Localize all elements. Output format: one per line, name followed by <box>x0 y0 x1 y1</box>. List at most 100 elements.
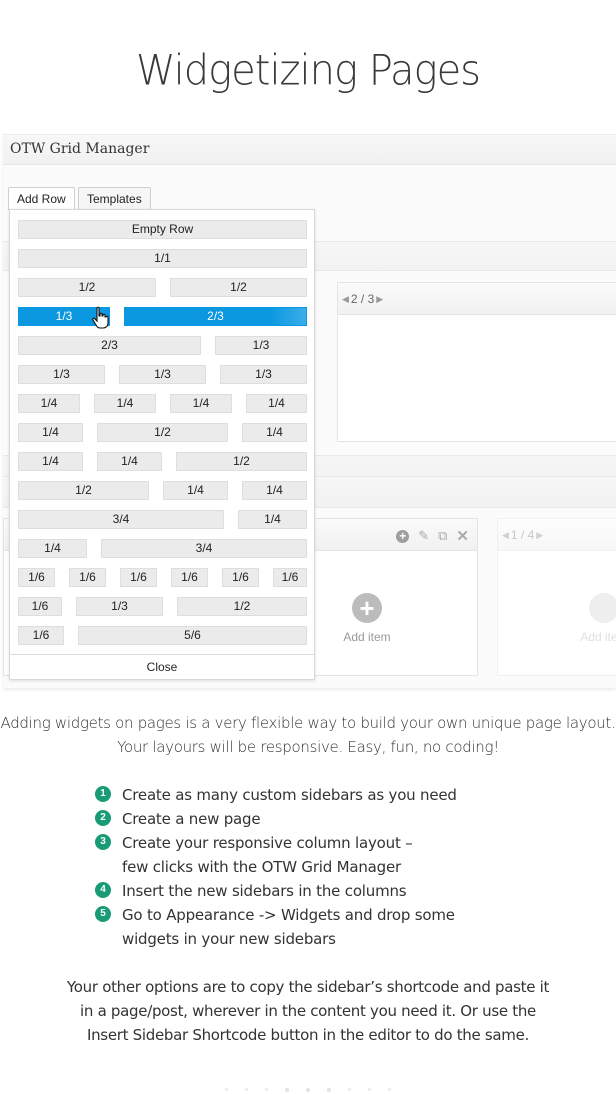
step-item: 2 Create a new page <box>95 807 515 831</box>
layout-option-empty[interactable]: Empty Row <box>18 220 307 239</box>
layout-option-row[interactable]: 1/4 1/4 1/4 1/4 <box>18 394 307 413</box>
plus-circle-icon: + <box>352 593 382 623</box>
add-item-label: Add item <box>343 630 391 644</box>
layout-option-row[interactable]: 1/4 3/4 <box>18 539 307 558</box>
layout-column-cell[interactable]: 1/3 <box>119 365 206 384</box>
layout-column-cell[interactable]: 1/4 <box>94 394 156 413</box>
next-arrow-icon[interactable]: ▶ <box>536 530 543 541</box>
step-text: Create as many custom sidebars as you ne… <box>122 786 457 804</box>
layout-column-cell[interactable]: 1/4 <box>170 394 232 413</box>
carousel-dot[interactable] <box>265 1088 268 1091</box>
layout-column-cell[interactable]: 1/3 <box>18 365 105 384</box>
step-item: 5 Go to Appearance -> Widgets and drop s… <box>95 903 515 951</box>
layout-option-row[interactable]: 1/6 1/3 1/2 <box>18 597 307 616</box>
edit-icon[interactable]: ✎ <box>418 528 429 544</box>
layout-column-cell[interactable]: 3/4 <box>101 539 307 558</box>
layout-column-cell[interactable]: 1/3 <box>215 336 307 355</box>
layout-column-cell[interactable]: 1/2 <box>177 597 307 616</box>
layout-option-row[interactable]: 3/4 1/4 <box>18 510 307 529</box>
layout-column-cell[interactable]: 1/4 <box>18 423 83 442</box>
layout-option-row[interactable]: 1/4 1/4 1/2 <box>18 452 307 471</box>
tab-add-row[interactable]: Add Row <box>8 187 75 210</box>
layout-column-cell[interactable]: 1/6 <box>222 568 259 587</box>
layout-column-cell[interactable]: 2/3 <box>124 307 307 326</box>
layout-column-cell[interactable]: 1/2 <box>176 452 307 471</box>
layout-column-cell[interactable]: 1/2 <box>18 481 149 500</box>
layout-column-cell[interactable]: 1/4 <box>18 394 80 413</box>
plus-circle-icon <box>589 593 616 623</box>
carousel-dot[interactable] <box>285 1088 289 1092</box>
pager-text: 2 / 3 <box>350 292 375 306</box>
layout-column-cell[interactable]: 1/4 <box>242 423 307 442</box>
column-pager[interactable]: ◀ 2 / 3 ▶ <box>342 292 383 306</box>
layout-option-row[interactable]: 1/2 1/4 1/4 <box>18 481 307 500</box>
step-number-badge: 4 <box>95 882 111 898</box>
carousel-dot[interactable] <box>245 1088 248 1091</box>
layout-column-cell[interactable]: 1/2 <box>170 278 307 297</box>
add-item-button[interactable]: + Add item <box>317 593 417 644</box>
prev-arrow-icon[interactable]: ◀ <box>502 530 509 541</box>
grid-manager-screenshot: OTW Grid Manager ◀ 2 / 3 ▶ + ✎ ⧉ ✕ + Add… <box>3 134 616 688</box>
layout-column-cell[interactable]: 1/6 <box>69 568 106 587</box>
layout-option-row[interactable]: 1/3 2/3 <box>18 307 307 326</box>
add-row-dropdown: Empty Row 1/1 1/2 1/2 1/3 2/3 2/3 1/3 1/3 1/3 1/3… <box>9 209 315 680</box>
next-arrow-icon[interactable]: ▶ <box>376 294 383 305</box>
add-icon[interactable]: + <box>396 529 410 543</box>
layout-option-row[interactable]: 1/6 5/6 <box>18 626 307 645</box>
panel-title: OTW Grid Manager <box>10 141 150 157</box>
layout-option-row[interactable]: 1/3 1/3 1/3 <box>18 365 307 384</box>
carousel-dot[interactable] <box>327 1088 331 1092</box>
layout-column-cell[interactable]: 1/4 <box>238 510 307 529</box>
layout-option-row[interactable]: 1/1 <box>18 249 307 268</box>
carousel-dot[interactable] <box>225 1088 228 1091</box>
layout-column-cell[interactable]: 1/3 <box>220 365 307 384</box>
layout-column-cell[interactable]: 1/4 <box>246 394 307 413</box>
layout-column-cell[interactable]: 1/4 <box>18 452 83 471</box>
layout-column-cell[interactable]: 1/3 <box>76 597 163 616</box>
layout-column-cell[interactable]: 1/6 <box>120 568 157 587</box>
carousel-dot[interactable] <box>348 1088 351 1091</box>
layout-column-cell[interactable]: 1/1 <box>18 249 307 268</box>
layout-column-cell[interactable]: 1/6 <box>18 626 64 645</box>
step-item: 3 Create your responsive column layout –… <box>95 831 515 879</box>
outro-line: in a page/post, wherever in the content … <box>80 1002 536 1020</box>
column-box: ◀ 1 / 4 ▶ Add item <box>497 518 616 676</box>
layout-column-cell[interactable]: 1/2 <box>97 423 228 442</box>
pager-text: 1 / 4 <box>510 528 535 542</box>
layout-column-cell[interactable]: 5/6 <box>78 626 307 645</box>
step-number-badge: 3 <box>95 834 111 850</box>
column-pager[interactable]: ◀ 1 / 4 ▶ <box>502 528 543 542</box>
layout-column-cell[interactable]: 2/3 <box>18 336 201 355</box>
column-tools: + ✎ ⧉ ✕ <box>396 527 469 545</box>
layout-column-cell[interactable]: 1/4 <box>163 481 228 500</box>
step-text-line: Go to Appearance -> Widgets and drop som… <box>122 906 455 924</box>
close-button[interactable]: Close <box>10 654 314 679</box>
layout-column-cell[interactable]: 1/4 <box>18 539 87 558</box>
intro-paragraph: Adding widgets on pages is a very flexib… <box>0 711 616 759</box>
add-item-button[interactable]: Add item <box>554 593 616 644</box>
duplicate-icon[interactable]: ⧉ <box>438 528 447 544</box>
delete-icon[interactable]: ✕ <box>456 527 469 545</box>
layout-column-cell[interactable]: 1/6 <box>18 597 62 616</box>
carousel-dot[interactable] <box>388 1088 391 1091</box>
prev-arrow-icon[interactable]: ◀ <box>342 294 349 305</box>
layout-column-cell[interactable]: 1/6 <box>18 568 55 587</box>
layout-option-row[interactable]: 2/3 1/3 <box>18 336 307 355</box>
step-text: Create your responsive column layout – f… <box>122 831 413 879</box>
layout-column-cell[interactable]: 3/4 <box>18 510 224 529</box>
carousel-dot[interactable] <box>306 1088 310 1092</box>
layout-column-cell[interactable]: 1/4 <box>242 481 307 500</box>
empty-row-button[interactable]: Empty Row <box>18 220 307 239</box>
carousel-dot[interactable] <box>368 1088 371 1091</box>
steps-list: 1 Create as many custom sidebars as you … <box>95 783 515 951</box>
layout-column-cell[interactable]: 1/4 <box>97 452 162 471</box>
step-text-line: few clicks with the OTW Grid Manager <box>122 858 401 876</box>
layout-option-row[interactable]: 1/6 1/6 1/6 1/6 1/6 1/6 <box>18 568 307 587</box>
layout-column-cell[interactable]: 1/6 <box>273 568 307 587</box>
outro-line: Insert Sidebar Shortcode button in the e… <box>86 1026 530 1044</box>
layout-option-row[interactable]: 1/2 1/2 <box>18 278 307 297</box>
layout-column-cell[interactable]: 1/2 <box>18 278 156 297</box>
layout-option-row[interactable]: 1/4 1/2 1/4 <box>18 423 307 442</box>
tab-templates[interactable]: Templates <box>78 187 151 210</box>
layout-column-cell[interactable]: 1/6 <box>171 568 208 587</box>
